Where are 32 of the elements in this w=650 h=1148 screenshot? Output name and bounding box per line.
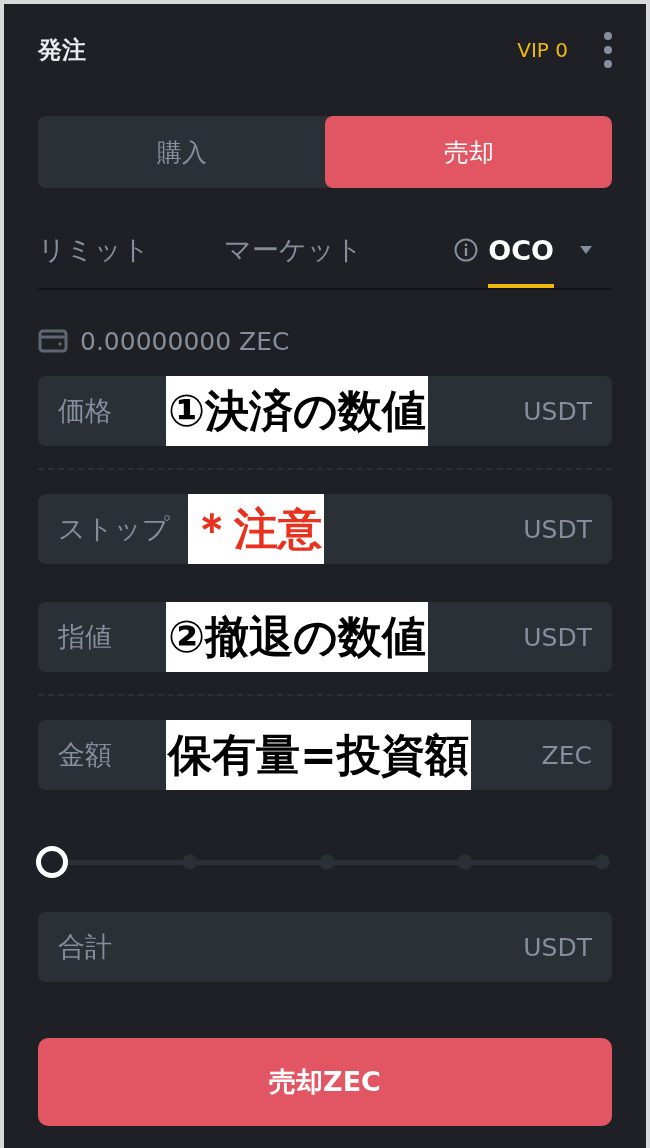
unit-label: ZEC — [541, 740, 592, 770]
field-label: 価格 — [58, 394, 113, 428]
sell-button[interactable]: 売却ZEC — [38, 1038, 612, 1126]
vip-level: VIP 0 — [517, 38, 568, 62]
input-field[interactable]: ストップ ＊注意 USDT — [38, 494, 612, 564]
slider-thumb[interactable] — [36, 846, 68, 878]
input-field[interactable]: 価格 ①決済の数値 USDT — [38, 376, 612, 446]
unit-label: USDT — [523, 622, 592, 652]
panel-title: 発注 — [38, 35, 87, 66]
more-icon[interactable] — [604, 32, 612, 68]
input-field[interactable]: 金額 保有量=投資額 ZEC — [38, 720, 612, 790]
unit-label: USDT — [523, 932, 592, 962]
annotation-label: 保有量=投資額 — [166, 720, 471, 790]
wallet-icon — [38, 329, 68, 353]
info-icon — [454, 238, 479, 262]
annotation-label: ①決済の数値 — [166, 376, 429, 446]
annotation-label: ②撤退の数値 — [166, 602, 429, 672]
field-label: 金額 — [58, 738, 113, 772]
field-label: ストップ — [58, 512, 170, 546]
input-field[interactable]: 合計 USDT — [38, 912, 612, 982]
caret-icon — [580, 246, 592, 254]
annotation-label: ＊注意 — [188, 494, 324, 564]
order-type-tab[interactable]: OCO — [454, 212, 592, 288]
side-tab[interactable]: 売却 — [325, 116, 612, 188]
field-label: 合計 — [58, 930, 113, 964]
order-type-tab[interactable]: リミット — [38, 212, 150, 288]
unit-label: USDT — [523, 514, 592, 544]
input-field[interactable]: 指値 ②撤退の数値 USDT — [38, 602, 612, 672]
balance-amount: 0.00000000 ZEC — [80, 326, 290, 356]
order-type-tab[interactable]: マーケット — [224, 212, 363, 288]
unit-label: USDT — [523, 396, 592, 426]
field-label: 指値 — [58, 620, 113, 654]
